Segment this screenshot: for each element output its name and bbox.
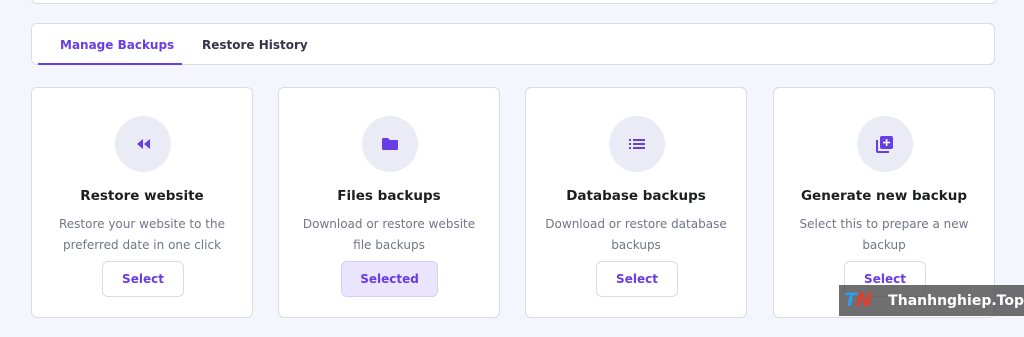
watermark: TN Thanhnghiep.Top — [839, 285, 1024, 316]
card-restore-website: Restore website Restore your website to … — [31, 87, 253, 318]
watermark-text: Thanhnghiep.Top — [888, 292, 1024, 309]
card-title: Restore website — [80, 188, 204, 204]
select-button[interactable]: Select — [102, 261, 184, 297]
card-description: Restore your website to the preferred da… — [58, 217, 225, 252]
rewind-icon — [115, 116, 171, 172]
card-files-backups: Files backups Download or restore websit… — [278, 87, 500, 318]
add-box-icon — [857, 116, 913, 172]
watermark-logo: TN — [844, 289, 872, 311]
card-description: Download or restore database backups — [545, 217, 727, 252]
active-tab-indicator — [38, 63, 182, 65]
card-title: Database backups — [566, 188, 706, 204]
tab-manage-backups[interactable]: Manage Backups — [60, 24, 174, 65]
card-database-backups: Database backups Download or restore dat… — [525, 87, 747, 318]
top-panel-edge — [31, 0, 997, 4]
card-description: Select this to prepare a new backup — [799, 217, 969, 252]
backup-tabs: Manage Backups Restore History — [31, 23, 995, 65]
selected-button[interactable]: Selected — [341, 261, 438, 297]
select-button[interactable]: Select — [596, 261, 678, 297]
card-title: Generate new backup — [800, 188, 968, 204]
folder-icon — [362, 116, 418, 172]
tab-restore-history[interactable]: Restore History — [202, 24, 308, 65]
card-title: Files backups — [337, 188, 441, 204]
card-description: Download or restore website file backups — [302, 217, 476, 252]
card-generate-new-backup: Generate new backup Select this to prepa… — [773, 87, 995, 318]
list-icon — [609, 116, 665, 172]
